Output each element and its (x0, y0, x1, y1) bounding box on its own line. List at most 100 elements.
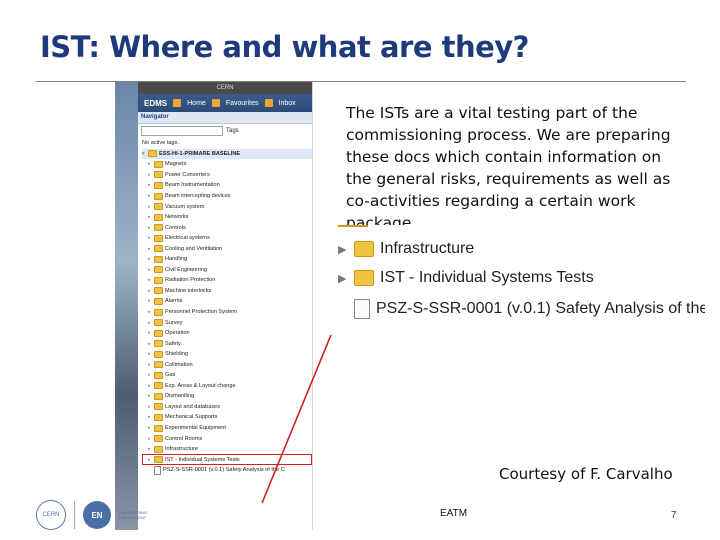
folder-icon (154, 255, 163, 263)
expand-arrow-icon[interactable]: ▸ (148, 351, 152, 357)
star-icon[interactable] (211, 99, 220, 107)
toolbar-home[interactable]: Home (187, 100, 206, 107)
tree-item[interactable]: ▸ Power Converters (142, 170, 312, 181)
toolbar-inbox[interactable]: Inbox (279, 100, 296, 107)
expand-arrow-icon[interactable]: ▸ (148, 246, 152, 252)
tree-item[interactable]: ▸ Gas (142, 370, 312, 381)
folder-icon (154, 192, 163, 200)
expand-arrow-icon[interactable]: ▸ (148, 161, 152, 167)
folder-icon (154, 276, 163, 284)
expand-arrow-icon[interactable]: ▸ (148, 330, 152, 336)
toolbar-favourites[interactable]: Favourites (226, 100, 259, 107)
tree-item[interactable]: ▸ Experimental Equipment (142, 423, 312, 434)
folder-icon (154, 181, 163, 189)
footer-logos: CERN EN ENGINEERING DEPARTMENT (36, 500, 153, 530)
expand-arrow-icon[interactable]: ▸ (148, 267, 152, 273)
navigator-header: Navigator (138, 112, 312, 124)
expand-arrow-icon[interactable]: ▸ (148, 214, 152, 220)
folder-icon (154, 403, 163, 411)
tree-item[interactable]: ▸ Personnel Protection System (142, 307, 312, 318)
expand-arrow-icon[interactable]: ▸ (148, 383, 152, 389)
zoomed-tree-view: ▶ Infrastructure ▶ IST - Individual Syst… (330, 225, 705, 335)
inbox-icon[interactable] (264, 99, 273, 107)
expand-arrow-icon[interactable]: ▸ (148, 204, 152, 210)
folder-icon (354, 241, 374, 257)
tree-item[interactable]: ▸ Electrical systems (142, 233, 312, 244)
tree-item[interactable]: ▸ Handling (142, 254, 312, 265)
expand-arrow-icon[interactable]: ▸ (148, 436, 152, 442)
expand-arrow-icon[interactable]: ▸ (148, 362, 152, 368)
tag-filter-input[interactable] (141, 126, 223, 136)
tree-item[interactable]: ▸ Machine interlocks (142, 286, 312, 297)
tree-item[interactable]: ▸ Dismantling (142, 391, 312, 402)
tree-item[interactable]: ▸ Safety (142, 338, 312, 349)
expand-arrow-icon[interactable]: ▸ (148, 446, 152, 452)
tree-item[interactable]: ▸ Beam intercepting devices (142, 191, 312, 202)
folder-icon (154, 340, 163, 348)
tree-document-item[interactable]: PSZ-S-SSR-0001 (v.0.1) Safety Analysis o… (142, 465, 312, 476)
tree-item[interactable]: ▸ Civil Engineering (142, 265, 312, 276)
folder-icon (154, 160, 163, 168)
expand-arrow-icon[interactable]: ▸ (148, 341, 152, 347)
document-icon (354, 299, 370, 319)
tree-item[interactable]: ▸ Operation (142, 328, 312, 339)
zoom-row-infrastructure[interactable]: ▶ Infrastructure (338, 240, 474, 258)
tree-item[interactable]: ▸ Control Rooms (142, 433, 312, 444)
tree-item[interactable]: ▸ Mechanical Supports (142, 412, 312, 423)
en-logo: EN (83, 501, 111, 529)
expand-arrow-icon[interactable]: ▸ (148, 320, 152, 326)
tree-item[interactable]: ▸ Survey (142, 317, 312, 328)
cern-banner: CERN (138, 82, 312, 94)
tags-dropdown[interactable]: Tags (226, 128, 239, 134)
zoom-row-document[interactable]: PSZ-S-SSR-0001 (v.0.1) Safety Analysis o… (338, 299, 705, 319)
expand-arrow-icon[interactable]: ▸ (148, 372, 152, 378)
navigator-tree: ▾ ESS-HI-1-PRIMARE BASELINE ▸ Magnets ▸ Pow… (138, 148, 312, 476)
expand-arrow-icon[interactable]: ▶ (338, 243, 348, 256)
expand-arrow-icon[interactable]: ▸ (148, 277, 152, 283)
zoom-row-ist[interactable]: ▶ IST - Individual Systems Tests (338, 269, 594, 287)
expand-arrow-icon[interactable]: ▸ (148, 414, 152, 420)
expand-arrow-icon[interactable]: ▶ (338, 272, 348, 285)
edms-logo: EDMS (144, 98, 168, 108)
expand-arrow-icon[interactable]: ▸ (148, 393, 152, 399)
tree-item[interactable]: ▸ Exp. Areas & Layout change (142, 381, 312, 392)
expand-arrow-icon[interactable]: ▸ (148, 193, 152, 199)
expand-arrow-icon[interactable]: ▸ (148, 425, 152, 431)
tree-item[interactable]: ▸ Magnets (142, 159, 312, 170)
tree-item[interactable]: ▸ Radiation Protection (142, 275, 312, 286)
expand-arrow-icon[interactable]: ▸ (148, 298, 152, 304)
folder-icon (154, 435, 163, 443)
folder-icon (154, 171, 163, 179)
tree-item[interactable]: ▸ IST - Individual Systems Tests (142, 454, 312, 465)
folder-icon (154, 287, 163, 295)
expand-arrow-icon[interactable]: ▸ (148, 256, 152, 262)
tree-item[interactable]: ▸ Shielding (142, 349, 312, 360)
tree-item[interactable]: ▸ Vacuum system (142, 201, 312, 212)
tree-item[interactable]: ▸ Cooling and Ventilation (142, 243, 312, 254)
expand-arrow-icon[interactable]: ▾ (142, 151, 146, 157)
tree-item[interactable]: ▸ Layout and databases (142, 402, 312, 413)
expand-arrow-icon[interactable]: ▸ (148, 288, 152, 294)
tree-item[interactable]: ▸ Controls (142, 222, 312, 233)
tree-item[interactable]: ▸ Collimation (142, 359, 312, 370)
folder-icon (154, 350, 163, 358)
expand-arrow-icon[interactable]: ▸ (148, 235, 152, 241)
folder-icon (154, 392, 163, 400)
expand-arrow-icon[interactable]: ▸ (148, 182, 152, 188)
tree-item[interactable]: ▸ Networks (142, 212, 312, 223)
tree-item[interactable]: ▸ Beam Instrumentation (142, 180, 312, 191)
expand-arrow-icon[interactable]: ▸ (148, 404, 152, 410)
logo-separator (74, 501, 75, 529)
folder-icon (154, 245, 163, 253)
expand-arrow-icon[interactable]: ▸ (148, 457, 152, 463)
expand-arrow-icon[interactable]: ▸ (148, 309, 152, 315)
tree-item[interactable]: ▸ Alarms (142, 296, 312, 307)
expand-arrow-icon[interactable]: ▸ (148, 172, 152, 178)
tree-root[interactable]: ▾ ESS-HI-1-PRIMARE BASELINE (142, 148, 312, 160)
footer-label: EATM (440, 508, 468, 519)
home-icon[interactable] (173, 99, 182, 107)
tree-item[interactable]: ▸ Infrastructure (142, 444, 312, 455)
expand-arrow-icon[interactable]: ▸ (148, 225, 152, 231)
folder-icon (354, 270, 374, 286)
folder-icon (154, 234, 163, 242)
